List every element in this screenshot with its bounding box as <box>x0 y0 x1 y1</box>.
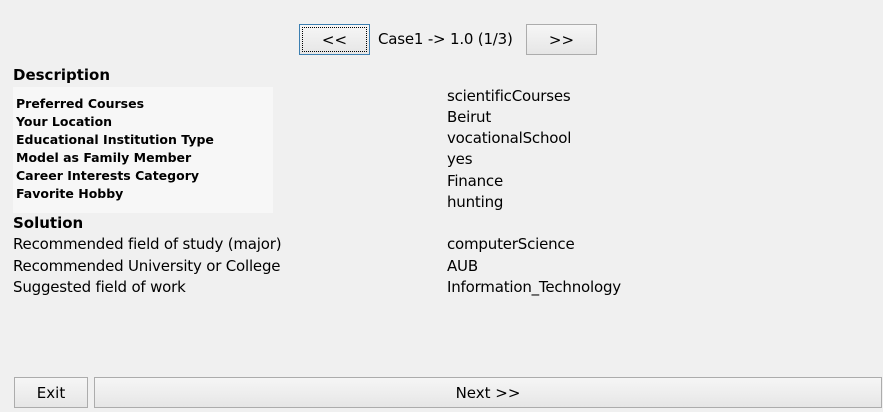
description-label: Your Location <box>16 114 113 129</box>
case-viewer-window: << Case1 -> 1.0 (1/3) >> Description Pre… <box>0 0 883 412</box>
description-label: Educational Institution Type <box>16 132 214 147</box>
solution-value: Information_Technology <box>447 278 621 296</box>
description-value: Finance <box>447 172 503 190</box>
description-label: Career Interests Category <box>16 168 200 183</box>
case-indicator: Case1 -> 1.0 (1/3) <box>378 30 513 48</box>
description-label: Preferred Courses <box>16 96 145 111</box>
description-value: scientificCourses <box>447 87 571 105</box>
solution-value: computerScience <box>447 235 575 253</box>
description-title: Description <box>13 66 111 84</box>
solution-label: Suggested field of work <box>13 278 186 296</box>
description-value: hunting <box>447 193 504 211</box>
exit-button[interactable]: Exit <box>14 377 88 408</box>
next-button[interactable]: Next >> <box>94 377 882 408</box>
description-panel: Preferred Courses Your Location Educatio… <box>13 87 273 213</box>
next-case-button[interactable]: >> <box>526 24 597 55</box>
solution-label: Recommended University or College <box>13 257 281 275</box>
previous-case-button[interactable]: << <box>299 24 370 55</box>
solution-title: Solution <box>13 214 84 232</box>
solution-label: Recommended field of study (major) <box>13 235 282 253</box>
description-label: Favorite Hobby <box>16 186 124 201</box>
description-value: vocationalSchool <box>447 129 572 147</box>
solution-value: AUB <box>447 257 478 275</box>
description-label: Model as Family Member <box>16 150 192 165</box>
description-value: yes <box>447 150 473 168</box>
description-value: Beirut <box>447 108 492 126</box>
